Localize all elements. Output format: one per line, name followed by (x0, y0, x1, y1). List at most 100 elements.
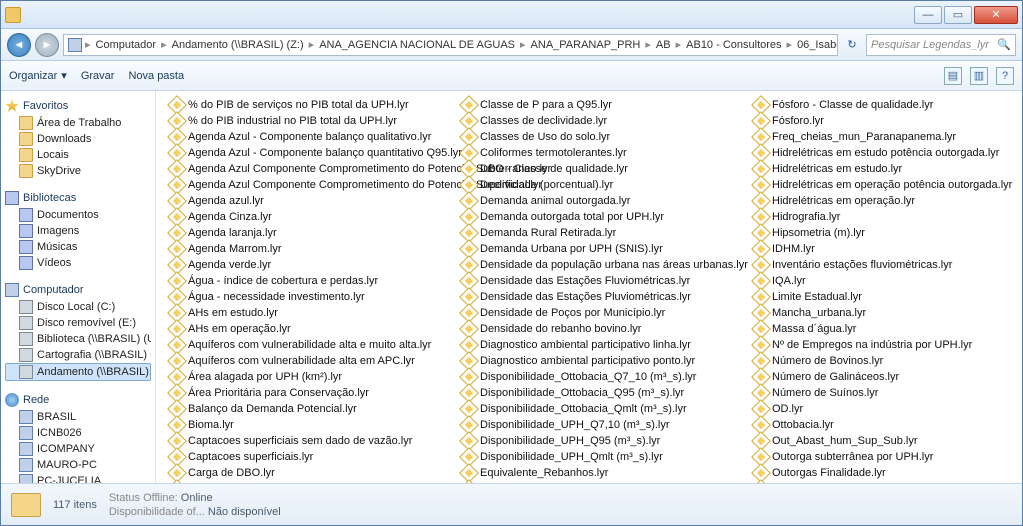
file-item[interactable]: Demanda Urbana por UPH (SNIS).lyr (458, 241, 667, 257)
file-item[interactable]: Carga de DBO.lyr (166, 465, 279, 481)
file-item[interactable]: AHs em estudo.lyr (166, 305, 282, 321)
sidebar-item[interactable]: MAURO-PC (5, 457, 151, 473)
breadcrumb-segment[interactable]: ANA_AGENCIA NACIONAL DE AGUAS (317, 39, 517, 51)
file-item[interactable]: DBO - Classe de qualidade.lyr (458, 161, 632, 177)
file-item[interactable]: Mancha_urbana.lyr (750, 305, 870, 321)
forward-button[interactable]: ► (35, 33, 59, 57)
file-item[interactable]: Disponibilidade_Ottobacia_Qmlt (m³_s).ly… (458, 401, 691, 417)
file-item[interactable]: % do PIB de serviços no PIB total da UPH… (166, 97, 413, 113)
breadcrumb-segment[interactable]: AB10 - Consultores (684, 39, 783, 51)
file-item[interactable]: Hidrelétricas em estudo.lyr (750, 161, 906, 177)
file-item[interactable]: Diagnostico ambiental participativo linh… (458, 337, 695, 353)
file-item[interactable]: Disponibilidade_Ottobacia_Q7_10 (m³_s).l… (458, 369, 700, 385)
file-item[interactable]: Classes de declividade.lyr (458, 113, 611, 129)
organize-menu[interactable]: Organizar ▾ (9, 69, 67, 82)
file-item[interactable]: Área Prioritária para Conservação.lyr (166, 385, 373, 401)
sidebar-item[interactable]: Imagens (5, 223, 151, 239)
file-item[interactable]: Fósforo - Classe de qualidade.lyr (750, 97, 937, 113)
file-item[interactable]: Balanço da Demanda Potencial.lyr (166, 401, 361, 417)
file-item[interactable]: % do PIB industrial no PIB total da UPH.… (166, 113, 401, 129)
sidebar-item[interactable]: SkyDrive (5, 163, 151, 179)
file-item[interactable]: Classe de P para a Q95.lyr (458, 97, 616, 113)
file-item[interactable]: Densidade da população urbana nas áreas … (458, 257, 738, 273)
sidebar-item[interactable]: BRASIL (5, 409, 151, 425)
file-item[interactable]: Hidrelétricas em operação potência outor… (750, 177, 1016, 193)
maximize-button[interactable]: ▭ (944, 6, 972, 24)
file-item[interactable]: Nº de Empregos na indústria por UPH.lyr (750, 337, 976, 353)
file-item[interactable]: Densidade do rebanho bovino.lyr (458, 321, 645, 337)
file-item[interactable]: Número de Suínos.lyr (750, 385, 882, 401)
file-item[interactable]: Ottobacia.lyr (750, 417, 838, 433)
sidebar-item[interactable]: Disco Local (C:) (5, 299, 151, 315)
file-item[interactable]: Agenda Azul Componente Comprometimento d… (166, 177, 446, 193)
sidebar-item[interactable]: Biblioteca (\\BRASIL) (U:) (5, 331, 151, 347)
file-item[interactable]: Densidade de Poços por Município.lyr (458, 305, 669, 321)
sidebar-item[interactable]: Disco removível (E:) (5, 315, 151, 331)
sidebar-header[interactable]: Bibliotecas (5, 189, 151, 207)
breadcrumb[interactable]: ▸Computador▸Andamento (\\BRASIL) (Z:)▸AN… (63, 34, 838, 56)
close-button[interactable]: ✕ (974, 6, 1018, 24)
file-item[interactable]: Coliformes termotolerantes.lyr (458, 145, 631, 161)
file-item[interactable]: Hidrografia.lyr (750, 209, 844, 225)
preview-pane-button[interactable]: ▥ (970, 67, 988, 85)
file-item[interactable]: Número de Galináceos.lyr (750, 369, 903, 385)
file-item[interactable]: Agenda Azul - Componente balanço quantit… (166, 145, 446, 161)
sidebar-header[interactable]: Rede (5, 391, 151, 409)
sidebar-item[interactable]: Downloads (5, 131, 151, 147)
file-item[interactable]: Área alagada por UPH (km²).lyr (166, 369, 346, 385)
help-button[interactable]: ? (996, 67, 1014, 85)
file-item[interactable]: Agenda Azul Componente Comprometimento d… (166, 161, 446, 177)
file-item[interactable]: Hipsometria (m).lyr (750, 225, 869, 241)
file-item[interactable]: Água - índice de cobertura e perdas.lyr (166, 273, 382, 289)
breadcrumb-segment[interactable]: ANA_PARANAP_PRH (529, 39, 643, 51)
file-item[interactable]: IQA.lyr (750, 273, 810, 289)
view-options-button[interactable]: ▤ (944, 67, 962, 85)
file-item[interactable]: Agenda verde.lyr (166, 257, 275, 273)
file-item[interactable]: Fósforo.lyr (750, 113, 828, 129)
sidebar-item[interactable]: Área de Trabalho (5, 115, 151, 131)
file-item[interactable]: Classes de Uso do solo.lyr (458, 129, 614, 145)
file-item[interactable]: Declividade (porcentual).lyr (458, 177, 617, 193)
file-item[interactable]: Demanda outorgada total por UPH.lyr (458, 209, 668, 225)
file-item[interactable]: Outorgas Finalidade.lyr (750, 465, 890, 481)
breadcrumb-segment[interactable]: Computador (94, 39, 159, 51)
sidebar-header[interactable]: Computador (5, 281, 151, 299)
sidebar-item[interactable]: Documentos (5, 207, 151, 223)
file-item[interactable]: Diagnostico ambiental participativo pont… (458, 353, 699, 369)
breadcrumb-segment[interactable]: 06_Isabel (795, 39, 838, 51)
file-item[interactable]: Demanda animal outorgada.lyr (458, 193, 634, 209)
file-item[interactable]: Out_Abast_hum_Sup_Sub.lyr (750, 433, 922, 449)
file-item[interactable]: Aquíferos com vulnerabilidade alta e mui… (166, 337, 435, 353)
file-item[interactable]: Agenda Cinza.lyr (166, 209, 276, 225)
sidebar-header[interactable]: Favoritos (5, 97, 151, 115)
file-item[interactable]: Agenda Azul - Componente balanço qualita… (166, 129, 435, 145)
search-input[interactable]: Pesquisar Legendas_lyr 🔍 (866, 34, 1016, 56)
file-item[interactable]: Hidrelétricas em estudo potência outorga… (750, 145, 1003, 161)
file-item[interactable]: Inventário estações fluviométricas.lyr (750, 257, 956, 273)
breadcrumb-segment[interactable]: Andamento (\\BRASIL) (Z:) (170, 39, 306, 51)
sidebar-item[interactable]: PC-JUCELIA (5, 473, 151, 483)
sidebar-item[interactable]: ICOMPANY (5, 441, 151, 457)
file-item[interactable]: Hidrelétricas em operação.lyr (750, 193, 919, 209)
minimize-button[interactable]: — (914, 6, 942, 24)
save-button[interactable]: Gravar (81, 70, 115, 82)
file-item[interactable]: Número de Bovinos.lyr (750, 353, 887, 369)
file-item[interactable]: Captacoes superficiais.lyr (166, 449, 317, 465)
file-item[interactable]: AHs em operação.lyr (166, 321, 295, 337)
file-item[interactable]: Disponibilidade_UPH_Q95 (m³_s).lyr (458, 433, 664, 449)
file-item[interactable]: Disponibilidade_UPH_Qmlt (m³_s).lyr (458, 449, 667, 465)
file-item[interactable]: Disponibilidade_Ottobacia_Q95 (m³_s).lyr (458, 385, 688, 401)
file-item[interactable]: Densidade das Estações Fluviométricas.ly… (458, 273, 694, 289)
file-item[interactable]: Outorga subterrânea por UPH.lyr (750, 449, 937, 465)
breadcrumb-segment[interactable]: AB (654, 39, 673, 51)
sidebar-item[interactable]: Vídeos (5, 255, 151, 271)
new-folder-button[interactable]: Nova pasta (128, 70, 184, 82)
file-item[interactable]: Massa d´água.lyr (750, 321, 860, 337)
file-item[interactable]: OD.lyr (750, 401, 807, 417)
file-item[interactable]: Densidade das Estações Pluviométricas.ly… (458, 289, 695, 305)
file-item[interactable]: Agenda azul.lyr (166, 193, 268, 209)
file-item[interactable]: Agenda Marrom.lyr (166, 241, 286, 257)
file-item[interactable]: Captacoes superficiais sem dado de vazão… (166, 433, 416, 449)
file-item[interactable]: Limite Estadual.lyr (750, 289, 866, 305)
file-item[interactable]: Agenda laranja.lyr (166, 225, 281, 241)
